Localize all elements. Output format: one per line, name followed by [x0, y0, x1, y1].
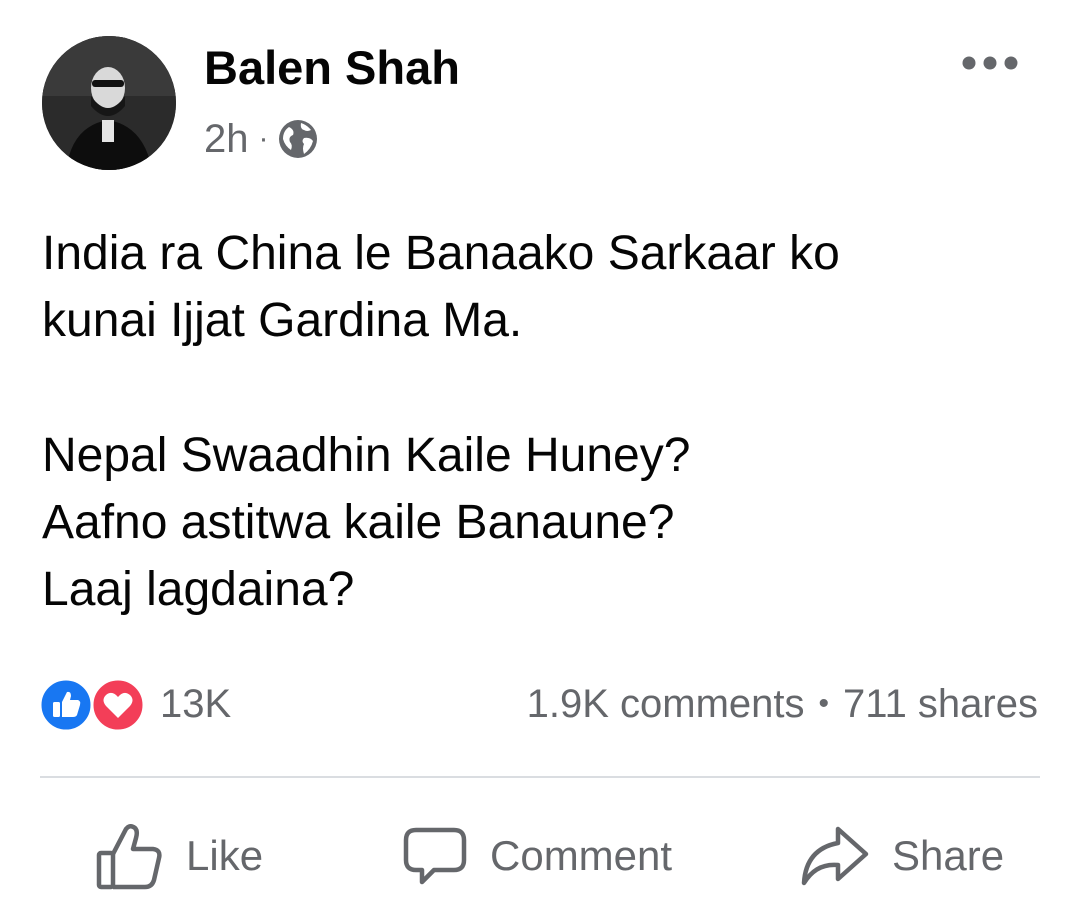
share-button[interactable]: Share	[800, 808, 1004, 904]
post-line: Laaj lagdaina?	[42, 563, 355, 616]
author-name[interactable]: Balen Shah	[204, 38, 460, 98]
comment-label: Comment	[490, 832, 673, 879]
like-reaction-icon	[38, 677, 94, 733]
post-line: Aafno astitwa kaile Banaune?	[42, 496, 675, 549]
post-meta: 2h ·	[204, 112, 319, 166]
reaction-icons	[38, 676, 154, 733]
reaction-count: 13K	[160, 681, 232, 726]
engagement-stats: 1.9K comments • 711 shares	[527, 676, 1038, 732]
shares-count[interactable]: 711 shares	[843, 682, 1038, 727]
like-button[interactable]: Like	[96, 808, 263, 904]
post-time[interactable]: 2h	[204, 117, 249, 162]
post-line: Nepal Swaadhin Kaile Huney?	[42, 429, 691, 482]
love-reaction-icon	[90, 677, 146, 733]
like-label: Like	[186, 832, 264, 879]
comments-count[interactable]: 1.9K comments	[527, 682, 805, 727]
post-line: India ra China le Banaako Sarkaar ko	[42, 227, 840, 280]
more-horizontal-icon	[962, 56, 1018, 70]
thumbs-up-icon	[96, 824, 162, 890]
facebook-post: Balen Shah 2h · India ra China le Banaak…	[0, 0, 1080, 923]
stats-separator: •	[818, 687, 830, 720]
share-label: Share	[892, 832, 1005, 879]
avatar[interactable]	[42, 36, 176, 170]
post-paragraph-2: Nepal Swaadhin Kaile Huney? Aafno astitw…	[42, 422, 1042, 623]
avatar-photo	[42, 36, 176, 170]
globe-icon[interactable]	[277, 118, 319, 160]
comment-button[interactable]: Comment	[402, 808, 672, 904]
post-text: India ra China le Banaako Sarkaar ko kun…	[42, 220, 1042, 623]
more-options-button[interactable]	[950, 40, 1030, 86]
meta-separator: ·	[258, 122, 269, 155]
share-arrow-icon	[801, 826, 869, 886]
comment-icon	[403, 827, 467, 885]
action-bar: Like Comment Share	[40, 808, 1040, 904]
post-paragraph-1: India ra China le Banaako Sarkaar ko kun…	[42, 220, 1042, 354]
divider	[40, 776, 1040, 778]
reactions-summary[interactable]: 13K	[38, 676, 232, 733]
post-line: kunai Ijjat Gardina Ma.	[42, 294, 523, 347]
